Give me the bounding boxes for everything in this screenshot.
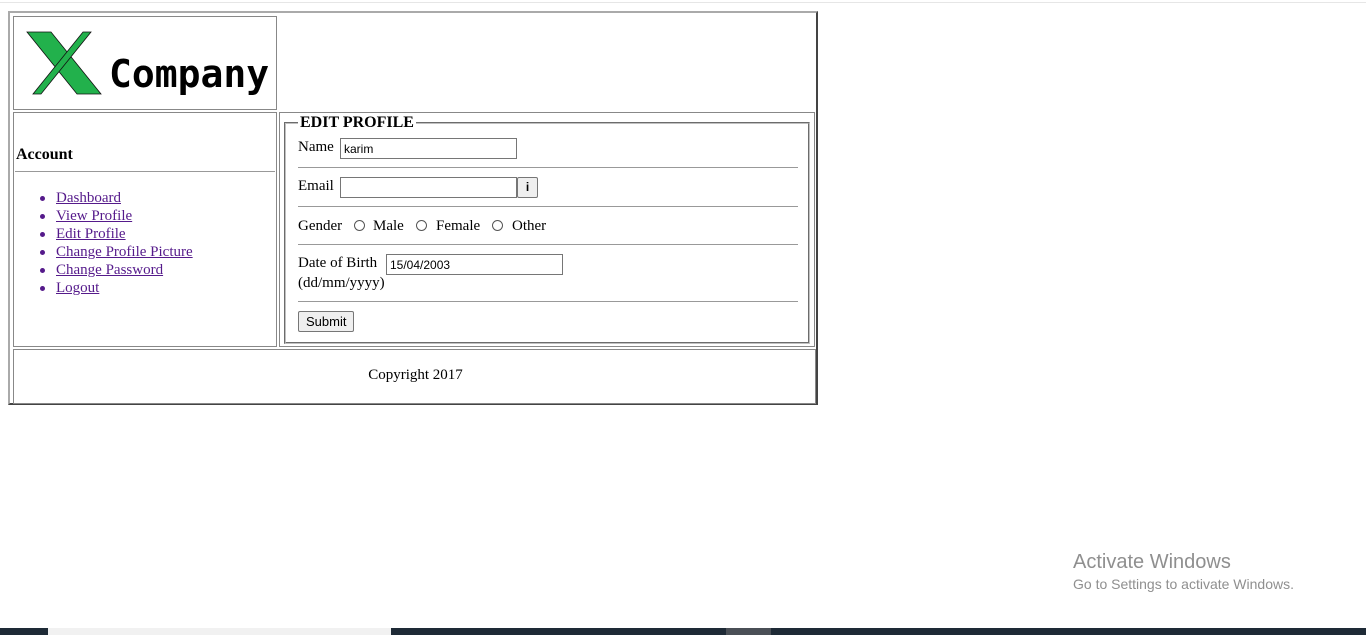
logo-wordmark: Company — [109, 52, 270, 96]
gender-female-label: Female — [436, 218, 481, 234]
fieldset-legend: EDIT PROFILE — [298, 114, 416, 132]
sidebar-item-change-picture: Change Profile Picture — [40, 243, 193, 261]
dob-divider — [298, 301, 798, 302]
gender-label: Gender — [298, 218, 343, 234]
email-divider — [298, 206, 798, 207]
page-layout-table: Company Account Dashboard View Profile E… — [8, 11, 818, 405]
dashboard-link[interactable]: Dashboard — [56, 190, 121, 206]
company-logo: Company — [25, 30, 270, 96]
sidebar-heading: Account — [16, 146, 73, 163]
gender-female-radio[interactable] — [416, 220, 427, 231]
dob-label: Date of Birth — [298, 255, 378, 271]
view-profile-link[interactable]: View Profile — [56, 208, 132, 224]
activate-windows-subtitle: Go to Settings to activate Windows. — [1073, 576, 1294, 592]
footer: Copyright 2017 — [13, 349, 816, 404]
sidebar-item-edit-profile: Edit Profile — [40, 225, 193, 243]
email-info-button[interactable]: i — [517, 177, 538, 198]
sidebar-item-change-password: Change Password — [40, 261, 193, 279]
sidebar-item-view-profile: View Profile — [40, 207, 193, 225]
sidebar-item-logout: Logout — [40, 279, 193, 297]
edit-profile-link[interactable]: Edit Profile — [56, 226, 126, 242]
email-input[interactable] — [340, 177, 517, 198]
browser-top-divider — [0, 2, 1366, 3]
logout-link[interactable]: Logout — [56, 280, 99, 296]
copyright-text: Copyright 2017 — [368, 367, 463, 383]
edit-profile-fieldset: EDIT PROFILE Name Email i Gender Male Fe… — [284, 114, 810, 344]
submit-button[interactable]: Submit — [298, 311, 355, 332]
dob-input[interactable] — [386, 254, 563, 275]
header-empty-cell — [279, 16, 815, 110]
gender-male-label: Male — [373, 218, 404, 234]
name-label: Name — [298, 139, 334, 155]
change-profile-picture-link[interactable]: Change Profile Picture — [56, 244, 193, 260]
taskbar-search-box[interactable] — [48, 628, 391, 635]
change-password-link[interactable]: Change Password — [56, 262, 163, 278]
dob-format-hint: (dd/mm/yyyy) — [298, 275, 385, 291]
logo-cell: Company — [13, 16, 277, 110]
email-label: Email — [298, 178, 334, 194]
gender-other-label: Other — [512, 218, 547, 234]
taskbar-active-app[interactable] — [726, 628, 771, 635]
gender-male-radio[interactable] — [354, 220, 365, 231]
sidebar-item-dashboard: Dashboard — [40, 189, 193, 207]
sidebar-nav-list: Dashboard View Profile Edit Profile Chan… — [40, 189, 193, 297]
gender-other-radio[interactable] — [492, 220, 503, 231]
gender-divider — [298, 244, 798, 245]
name-input[interactable] — [340, 138, 517, 159]
main-content-cell: EDIT PROFILE Name Email i Gender Male Fe… — [279, 112, 815, 347]
activate-windows-title: Activate Windows — [1073, 551, 1231, 573]
name-divider — [298, 167, 798, 168]
sidebar: Account Dashboard View Profile Edit Prof… — [13, 112, 277, 347]
sidebar-divider — [15, 171, 275, 172]
x-logo-icon — [26, 31, 102, 95]
